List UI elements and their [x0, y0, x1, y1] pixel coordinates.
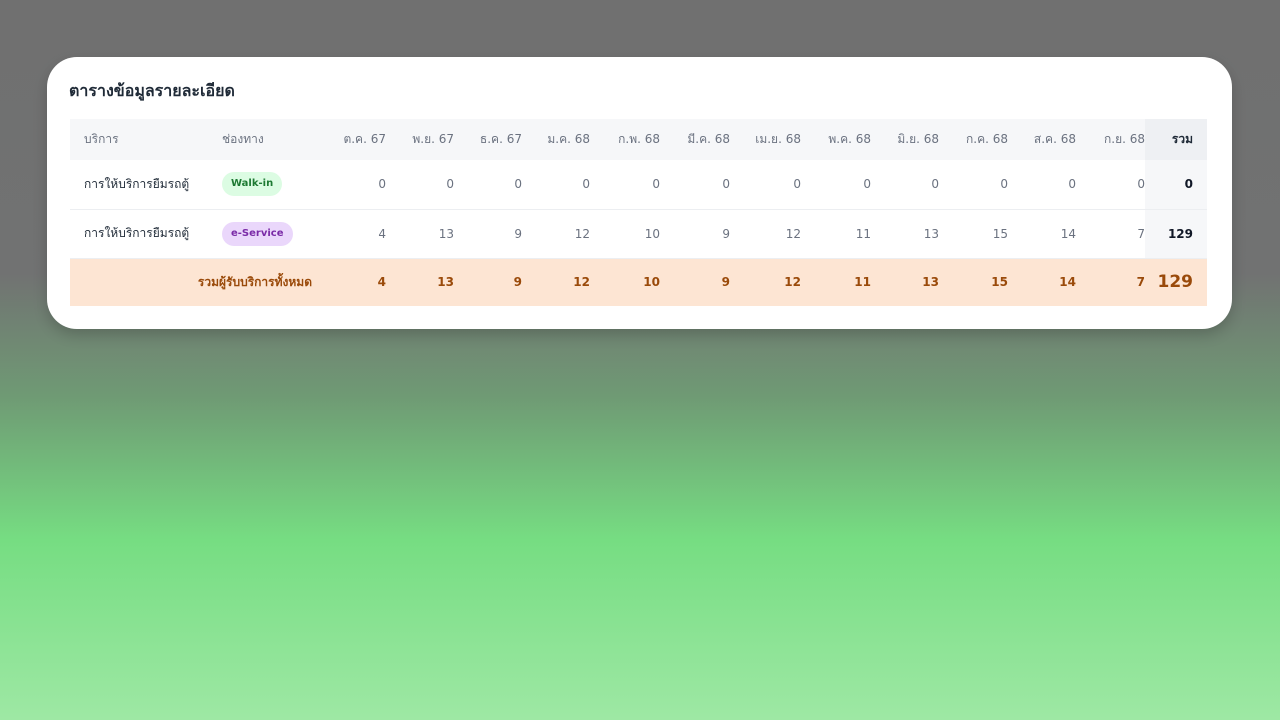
service-name: การให้บริการยืมรถตู้ — [84, 226, 190, 240]
row-total: 129 — [1145, 209, 1207, 258]
month-value: 0 — [582, 177, 590, 192]
column-header-month: ส.ค. 68 — [1033, 132, 1076, 146]
card-title: ตารางข้อมูลรายละเอียด — [69, 81, 235, 100]
column-header-month: ก.ค. 68 — [965, 132, 1008, 146]
row-total: 0 — [1145, 160, 1207, 209]
month-value: 0 — [1137, 177, 1145, 192]
column-header-month: มี.ค. 68 — [687, 132, 730, 146]
month-value: 0 — [1068, 177, 1076, 192]
month-value: 0 — [793, 177, 801, 192]
month-value: 0 — [863, 177, 871, 192]
month-value: 10 — [644, 226, 660, 241]
month-value: 4 — [378, 226, 386, 241]
month-value: 14 — [1060, 226, 1076, 241]
summary-value: 10 — [643, 275, 660, 290]
month-value: 15 — [992, 226, 1008, 241]
month-value: 0 — [378, 177, 386, 192]
service-name: การให้บริการยืมรถตู้ — [84, 176, 190, 191]
summary-value: 9 — [721, 275, 730, 290]
channel-cell: Walk-in — [216, 160, 316, 209]
column-header-month: เม.ย. 68 — [755, 132, 801, 146]
channel-cell: e-Service — [216, 209, 316, 258]
summary-row: รวมผู้รับบริการทั้งหมด 4 13 9 12 10 9 12… — [70, 258, 1207, 306]
column-header-month: พ.ค. 68 — [828, 132, 871, 146]
month-value: 0 — [931, 177, 939, 192]
summary-value: 4 — [377, 275, 386, 290]
column-header-service: บริการ — [84, 132, 119, 146]
summary-value: 13 — [922, 275, 939, 290]
summary-value: 13 — [437, 275, 454, 290]
summary-value: 7 — [1136, 275, 1145, 290]
column-header-month: ต.ค. 67 — [343, 132, 386, 146]
month-value: 7 — [1137, 226, 1145, 241]
grand-total: 129 — [1157, 272, 1194, 293]
month-value: 9 — [722, 226, 730, 241]
month-value: 11 — [855, 226, 871, 241]
table-row: การให้บริการยืมรถตู้ Walk-in 0 0 0 0 0 0… — [70, 160, 1207, 209]
detail-table: บริการ ช่องทาง ต.ค. 67 พ.ย. 67 ธ.ค. 67 ม… — [70, 119, 1207, 306]
month-value: 0 — [1000, 177, 1008, 192]
month-value: 0 — [652, 177, 660, 192]
month-value: 0 — [514, 177, 522, 192]
column-header-total: รวม — [1145, 119, 1207, 160]
summary-value: 15 — [991, 275, 1008, 290]
column-header-month: ธ.ค. 67 — [479, 132, 522, 146]
month-value: 13 — [923, 226, 939, 241]
month-value: 12 — [574, 226, 590, 241]
summary-label: รวมผู้รับบริการทั้งหมด — [197, 274, 312, 289]
table-row: การให้บริการยืมรถตู้ e-Service 4 13 9 12… — [70, 209, 1207, 258]
summary-value: 12 — [784, 275, 801, 290]
month-value: 9 — [514, 226, 522, 241]
column-header-month: ก.ย. 68 — [1103, 132, 1145, 146]
column-header-month: ม.ค. 68 — [547, 132, 590, 146]
month-value: 0 — [446, 177, 454, 192]
summary-value: 11 — [854, 275, 871, 290]
table-header-row: บริการ ช่องทาง ต.ค. 67 พ.ย. 67 ธ.ค. 67 ม… — [70, 119, 1207, 160]
column-header-channel: ช่องทาง — [222, 132, 264, 146]
column-header-month: มิ.ย. 68 — [897, 132, 939, 146]
walk-in-badge: Walk-in — [222, 172, 283, 197]
column-header-month: พ.ย. 67 — [412, 132, 454, 146]
month-value: 12 — [785, 226, 801, 241]
summary-value: 9 — [513, 275, 522, 290]
month-value: 0 — [722, 177, 730, 192]
summary-value: 14 — [1059, 275, 1076, 290]
column-header-month: ก.พ. 68 — [618, 132, 660, 146]
e-service-badge: e-Service — [222, 221, 293, 246]
month-value: 13 — [438, 226, 454, 241]
detail-table-card: ตารางข้อมูลรายละเอียด บริการ ช่องทาง ต.ค… — [47, 57, 1232, 329]
summary-value: 12 — [573, 275, 590, 290]
